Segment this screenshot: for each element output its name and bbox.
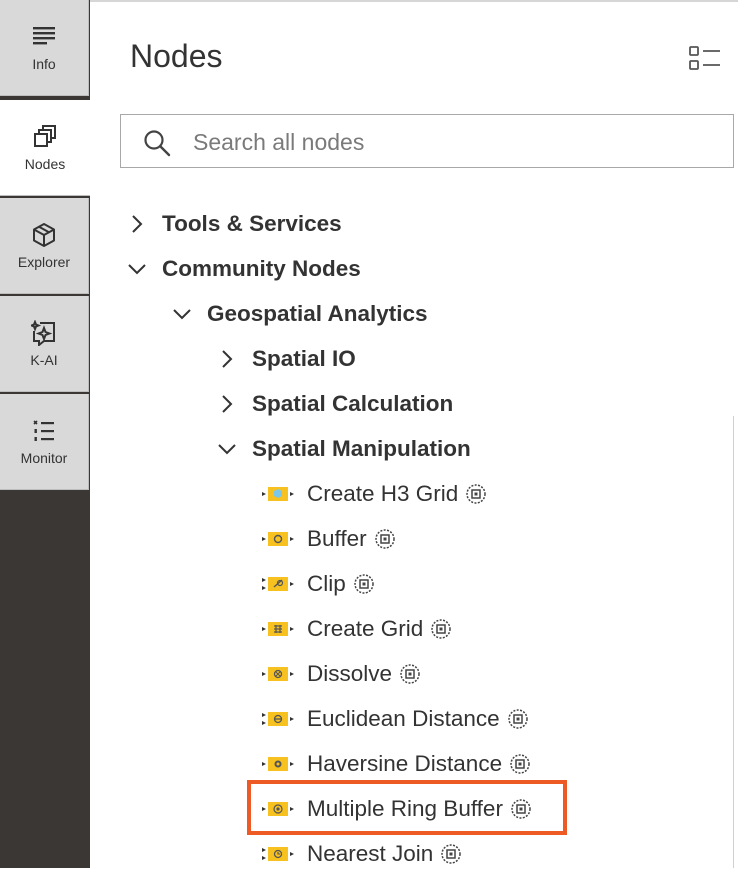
community-chip-icon <box>353 573 375 595</box>
node-item-dissolve[interactable]: Dissolve <box>262 656 421 692</box>
search-input[interactable] <box>191 123 715 161</box>
community-chip-icon <box>510 798 532 820</box>
node-label: Buffer <box>307 526 367 551</box>
node-label: Multiple Ring Buffer <box>307 796 503 821</box>
nodes-icon <box>32 124 58 150</box>
rail-nodes-label: Nodes <box>24 155 66 172</box>
dissolve-node-icon <box>262 664 294 684</box>
rail-kai-button[interactable]: K-AI <box>0 296 89 392</box>
node-item-create-grid[interactable]: Create Grid <box>262 611 452 647</box>
tree-item-label: Tools & Services <box>162 211 342 236</box>
community-chip-icon <box>440 843 462 865</box>
node-label: Create H3 Grid <box>307 481 459 506</box>
community-chip-icon <box>374 528 396 550</box>
haversine-node-icon <box>262 754 294 774</box>
rail-kai-label: K-AI <box>30 351 58 368</box>
euclidean-node-icon <box>262 709 294 729</box>
side-rail: Info Nodes Explorer K-AI Monitor <box>0 0 90 868</box>
list-view-icon <box>689 46 720 70</box>
scrollbar-track[interactable] <box>733 416 734 868</box>
rail-monitor-button[interactable]: Monitor <box>0 394 89 490</box>
info-lines-icon <box>31 24 57 50</box>
tree-item-community-nodes[interactable]: Community Nodes <box>126 251 361 287</box>
rail-info-label: Info <box>32 55 56 72</box>
node-label: Nearest Join <box>307 841 434 866</box>
k-ai-sparkle-icon <box>31 319 57 346</box>
node-item-create-h3-grid[interactable]: Create H3 Grid <box>262 476 487 512</box>
nearest-join-node-icon <box>262 844 294 864</box>
chevron-down-icon <box>171 303 193 325</box>
node-item-clip[interactable]: Clip <box>262 566 375 602</box>
tree-item-spatial-io[interactable]: Spatial IO <box>216 341 356 377</box>
tree-item-label: Spatial Manipulation <box>252 436 471 461</box>
h3-grid-node-icon <box>262 484 294 504</box>
community-chip-icon <box>465 483 487 505</box>
rail-explorer-button[interactable]: Explorer <box>0 198 89 294</box>
tree-item-tools-services[interactable]: Tools & Services <box>126 206 342 242</box>
rail-explorer-label: Explorer <box>17 253 71 270</box>
list-view-button[interactable] <box>688 44 722 72</box>
node-item-nearest-join[interactable]: Nearest Join <box>262 836 462 872</box>
tree-item-geospatial-analytics[interactable]: Geospatial Analytics <box>171 296 428 332</box>
explorer-cube-icon <box>31 222 57 248</box>
rail-nodes-button[interactable]: Nodes <box>0 100 90 196</box>
rail-monitor-label: Monitor <box>20 449 68 466</box>
clip-node-icon <box>262 574 294 594</box>
node-item-multiple-ring-buffer[interactable]: Multiple Ring Buffer <box>262 791 532 827</box>
node-item-buffer[interactable]: Buffer <box>262 521 396 557</box>
tree-item-label: Spatial Calculation <box>252 391 454 416</box>
node-label: Dissolve <box>307 661 393 686</box>
monitor-list-icon <box>31 418 57 444</box>
node-item-euclidean-distance[interactable]: Euclidean Distance <box>262 701 529 737</box>
community-chip-icon <box>399 663 421 685</box>
search-icon <box>143 129 171 162</box>
node-label: Clip <box>307 571 346 596</box>
tree-item-label: Community Nodes <box>162 256 361 281</box>
tree-item-spatial-calculation[interactable]: Spatial Calculation <box>216 386 453 422</box>
grid-node-icon <box>262 619 294 639</box>
search-box <box>120 114 734 168</box>
tree-item-label: Geospatial Analytics <box>207 301 428 326</box>
tree-item-label: Spatial IO <box>252 346 356 371</box>
chevron-down-icon <box>216 438 238 460</box>
chevron-down-icon <box>126 258 148 280</box>
page-title: Nodes <box>130 38 223 74</box>
community-chip-icon <box>507 708 529 730</box>
buffer-node-icon <box>262 529 294 549</box>
node-item-haversine-distance[interactable]: Haversine Distance <box>262 746 531 782</box>
ring-buffer-node-icon <box>262 799 294 819</box>
node-label: Create Grid <box>307 616 424 641</box>
chevron-right-icon <box>216 393 238 415</box>
rail-info-button[interactable]: Info <box>0 0 89 96</box>
tree-item-spatial-manipulation[interactable]: Spatial Manipulation <box>216 431 471 467</box>
community-chip-icon <box>509 753 531 775</box>
community-chip-icon <box>430 618 452 640</box>
node-label: Haversine Distance <box>307 751 503 776</box>
chevron-right-icon <box>216 348 238 370</box>
chevron-right-icon <box>126 213 148 235</box>
node-label: Euclidean Distance <box>307 706 500 731</box>
